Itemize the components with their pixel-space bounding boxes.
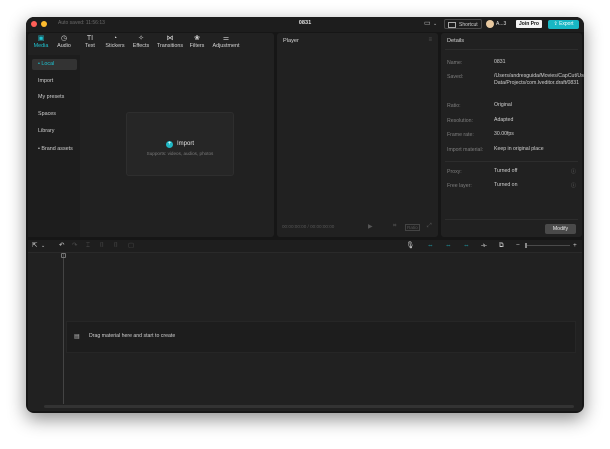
menu-icon[interactable]: ≡ [428,37,432,43]
export-button[interactable]: ⇪ Export [548,20,579,29]
detail-label-ratio: Ratio: [447,103,461,109]
stickers-icon: ◔ [112,35,118,42]
import-hint: Supports: videos, audios, photos [146,151,214,156]
link-main-track-icon[interactable]: ⇔ [427,242,434,250]
sidebar-item-local[interactable]: • Local [32,59,77,70]
tab-text[interactable]: TI Text [83,35,97,49]
tab-adjustment[interactable]: ⚌ Adjustment [210,35,242,49]
split-icon[interactable]: ⌶ [86,242,90,250]
text-icon: TI [86,35,94,42]
details-title: Details [447,38,465,44]
undo-icon[interactable]: ↶ [59,242,64,250]
tab-stickers[interactable]: ◔ Stickers [104,35,126,49]
info-icon[interactable]: ⓘ [571,168,576,175]
import-dropzone[interactable]: + Import Supports: videos, audios, photo… [126,112,234,176]
detail-value-proxy: Turned off [494,168,518,174]
zoom-out-icon[interactable]: − [516,242,520,250]
info-icon[interactable]: ⓘ [571,182,576,189]
join-pro-button[interactable]: Join Pro [516,20,542,28]
details-panel: Details Name: 0831 Saved: /Users/andresg… [441,33,584,237]
delete-icon[interactable]: ▢ [128,242,134,250]
tab-media[interactable]: ▣ Media [33,35,49,49]
media-panel: ▣ Media ◷ Audio TI Text ◔ Stickers ✧ Effects … [28,33,274,237]
divider [445,49,578,50]
chevron-down-icon[interactable]: ⌄ [433,20,437,28]
timecode: 00:00:00:00 / 00:00:00:00 [282,224,335,229]
plus-icon: + [166,141,173,148]
detail-label-free-layer: Free layer: [447,183,472,189]
zoom-slider[interactable] [525,245,570,246]
adjustment-icon: ⚌ [222,35,230,42]
modify-button[interactable]: Modify [545,224,576,234]
fullscreen-icon[interactable]: ⤢ [427,223,432,230]
sidebar-item-library[interactable]: Library [32,126,77,137]
effects-icon: ✧ [138,35,144,42]
play-icon[interactable]: ▶ [368,223,373,230]
keyboard-icon [448,22,456,28]
link-audio-icon[interactable]: ⇔ [463,242,470,250]
sidebar-item-import[interactable]: Import [32,76,77,87]
detail-label-proxy: Proxy: [447,169,462,175]
film-icon: ▤ [74,334,80,340]
link-clips-icon[interactable]: ⇔ [445,242,452,250]
sidebar-item-brand-assets[interactable]: • Brand assets [32,144,77,155]
detail-value-free-layer: Turned on [494,182,518,188]
select-cursor-icon[interactable]: ⇱ [32,242,37,250]
tab-filters[interactable]: ❀ Filters [188,35,206,49]
shortcut-button[interactable]: Shortcut [444,19,482,29]
chevron-down-icon[interactable]: ⌄ [41,242,45,250]
media-sidebar: • Local Import My presets Spaces Library… [28,55,80,237]
player-controls: 00:00:00:00 / 00:00:00:00 ▶ ⌗ Ratio ⤢ [277,219,438,237]
sidebar-item-my-presets[interactable]: My presets [32,92,77,103]
media-icon: ▣ [37,35,45,42]
detail-label-frame-rate: Frame rate: [447,132,474,138]
divider [445,219,578,220]
playhead[interactable] [63,254,64,404]
filters-icon: ❀ [194,35,200,42]
transitions-icon: ⋈ [166,35,174,42]
split-right-icon[interactable]: ⌷ [114,242,118,250]
zoom-in-icon[interactable]: + [573,242,577,250]
capcut-window: Auto saved: 11:56:13 0831 ▭ ⌄ Shortcut A… [26,17,584,413]
sidebar-item-spaces[interactable]: Spaces [32,109,77,120]
export-label: Export [559,21,574,27]
detail-value-import-material: Keep in original place [494,146,544,152]
timeline-drop-area[interactable]: ▤ Drag material here and start to create [66,321,576,353]
split-left-icon[interactable]: ⌷ [100,242,104,250]
split-view-icon[interactable]: ⟛ [481,242,487,250]
zoom-slider-handle[interactable] [525,243,527,248]
detail-label-import-material: Import material: [447,147,484,153]
timeline-panel: ⇱ ⌄ ↶ ↷ ⌶ ⌷ ⌷ ▢ 🎙 ⇔ ⇔ ⇔ ⟛ ⧉ − + ▤ Drag m… [28,240,582,411]
timeline-toolbar: ⇱ ⌄ ↶ ↷ ⌶ ⌷ ⌷ ▢ 🎙 ⇔ ⇔ ⇔ ⟛ ⧉ − + [28,240,582,253]
detail-value-resolution: Adapted [494,117,514,123]
redo-icon[interactable]: ↷ [72,242,77,250]
tab-transitions[interactable]: ⋈ Transitions [155,35,185,49]
drop-hint: Drag material here and start to create [89,333,176,339]
audio-icon: ◷ [60,35,68,42]
tab-audio[interactable]: ◷ Audio [56,35,72,49]
playhead-handle[interactable] [61,253,66,258]
layout-icon[interactable]: ▭ [424,20,431,28]
timeline-scrollbar[interactable] [44,405,574,408]
tab-effects[interactable]: ✧ Effects [130,35,152,49]
detail-label-name: Name: [447,60,463,66]
preview-axis-icon[interactable]: ⧉ [499,242,504,250]
avatar[interactable] [486,20,494,28]
player-title: Player [283,38,299,44]
detail-value-frame-rate: 30.00fps [494,131,514,137]
detail-value-saved: /Users/andresguida/Movies/CapCut/User Da… [494,73,584,86]
divider [445,161,578,162]
detail-label-saved: Saved: [447,74,464,80]
detail-value-ratio: Original [494,102,512,108]
ratio-button[interactable]: Ratio [405,224,420,231]
detail-label-resolution: Resolution: [447,118,473,124]
detail-value-name: 0831 [494,59,506,65]
shortcut-label: Shortcut [459,22,478,28]
player-panel: Player ≡ 00:00:00:00 / 00:00:00:00 ▶ ⌗ R… [277,33,438,237]
fit-icon[interactable]: ⌗ [393,223,396,230]
import-label: Import [177,141,195,147]
title-bar: Auto saved: 11:56:13 0831 ▭ ⌄ Shortcut A… [26,17,584,32]
user-name[interactable]: A...3 [496,20,506,28]
microphone-icon[interactable]: 🎙 [406,242,414,250]
